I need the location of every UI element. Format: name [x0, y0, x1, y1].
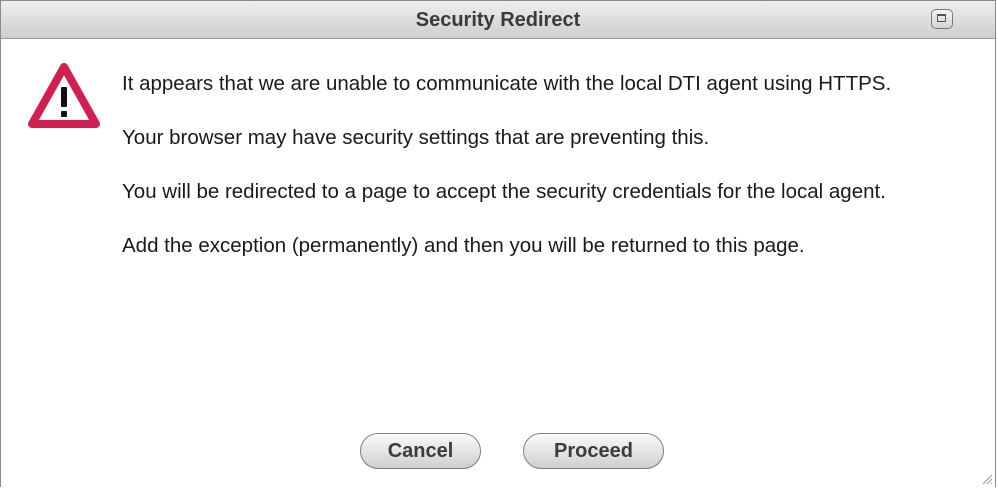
message-paragraph: Add the exception (permanently) and then…: [122, 234, 805, 257]
resize-grip-icon[interactable]: [979, 471, 993, 485]
dialog-message: It appears that we are unable to communi…: [122, 69, 972, 285]
maximize-icon[interactable]: [931, 9, 953, 29]
warning-triangle-icon: [28, 63, 100, 128]
dialog-titlebar[interactable]: Security Redirect: [1, 1, 995, 39]
cancel-button[interactable]: Cancel: [360, 433, 481, 469]
dialog-title: Security Redirect: [415, 9, 581, 31]
security-redirect-dialog: Security Redirect It appears that we are…: [0, 0, 996, 487]
proceed-button[interactable]: Proceed: [523, 433, 664, 469]
message-paragraph: Your browser may have security settings …: [122, 126, 710, 149]
message-paragraph: It appears that we are unable to communi…: [122, 72, 892, 95]
message-paragraph: You will be redirected to a page to acce…: [122, 180, 886, 203]
